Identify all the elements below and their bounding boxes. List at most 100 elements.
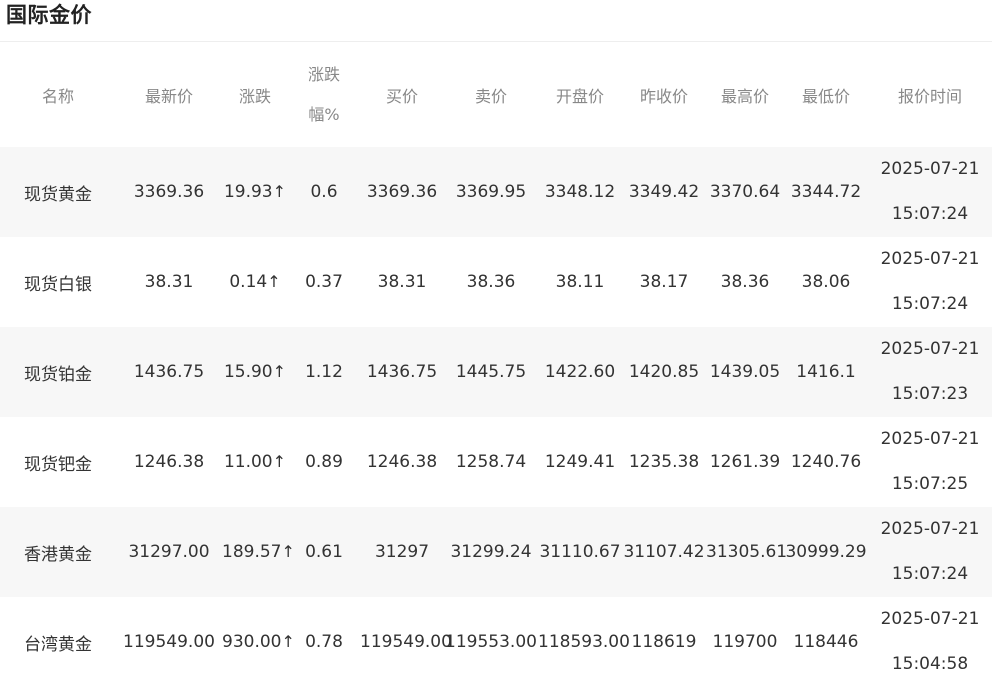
arrow-up-icon: ↑	[281, 542, 295, 561]
arrow-up-icon: ↑	[267, 272, 281, 291]
price-change: 15.90↑	[222, 327, 288, 417]
ask-price: 31299.24	[444, 507, 538, 597]
low-price: 3344.72	[784, 147, 868, 237]
bid-price: 3369.36	[360, 147, 444, 237]
quote-date: 2025-07-21	[880, 609, 980, 629]
quote-date: 2025-07-21	[880, 159, 980, 179]
quote-date: 2025-07-21	[880, 429, 980, 449]
header-change-pct-line1: 涨跌	[307, 64, 340, 84]
quote-date: 2025-07-21	[880, 519, 980, 539]
prev-close-price: 118619	[631, 632, 697, 652]
quote-clock: 15:07:23	[891, 384, 969, 404]
open-price: 118593.00	[538, 632, 630, 652]
header-open: 开盘价	[555, 86, 604, 106]
latest-price: 1436.75	[116, 327, 222, 417]
price-change-value: 15.90	[223, 362, 273, 382]
high-price: 1261.39	[709, 452, 781, 472]
quote-time: 2025-07-21 15:07:24	[868, 147, 992, 237]
header-prev-close: 昨收价	[639, 86, 688, 106]
price-change-value: 11.00	[223, 452, 273, 472]
arrow-up-icon: ↑	[272, 452, 287, 471]
change-percent: 0.78	[305, 632, 343, 652]
price-change: 11.00↑	[222, 417, 288, 507]
header-ask: 卖价	[474, 86, 507, 106]
quote-time: 2025-07-21 15:07:24	[868, 237, 992, 327]
commodity-name[interactable]: 香港黄金	[0, 507, 116, 597]
commodity-name[interactable]: 现货钯金	[0, 417, 116, 507]
price-change-value: 0.14	[229, 272, 268, 292]
price-change-value: 19.93	[223, 182, 273, 202]
high-price: 3370.64	[706, 147, 784, 237]
quote-time: 2025-07-21 15:07:25	[868, 417, 992, 507]
ask-price: 1258.74	[455, 452, 527, 472]
table-row: 现货铂金 1436.75 15.90↑ 1.12 1436.75 1445.75…	[0, 327, 992, 417]
bid-price: 119549.00	[360, 632, 452, 652]
commodity-name[interactable]: 台湾黄金	[0, 597, 116, 675]
header-row: 名称 最新价 涨跌 涨跌 幅% 买价 卖价 开盘价 昨收价 最高价 最低价 报价…	[0, 42, 992, 147]
price-change-value: 189.57	[222, 542, 282, 562]
quote-clock: 15:07:25	[891, 474, 969, 494]
quote-time: 2025-07-21 15:07:24	[868, 507, 992, 597]
quote-time: 2025-07-21 15:04:58	[868, 597, 992, 675]
header-low: 最低价	[801, 86, 850, 106]
bid-price: 38.31	[377, 272, 427, 292]
quote-clock: 15:07:24	[891, 294, 969, 314]
bid-price: 1436.75	[360, 327, 444, 417]
price-change: 0.14↑	[222, 237, 288, 327]
ask-price: 119553.00	[445, 632, 537, 652]
arrow-up-icon: ↑	[281, 632, 295, 651]
header-change-pct: 涨跌 幅%	[288, 42, 360, 147]
change-percent: 0.89	[305, 452, 343, 472]
low-price: 30999.29	[784, 507, 868, 597]
table-row: 现货黄金 3369.36 19.93↑ 0.6 3369.36 3369.95 …	[0, 147, 992, 237]
open-price: 1249.41	[544, 452, 616, 472]
quote-time: 2025-07-21 15:07:23	[868, 327, 992, 417]
quote-date: 2025-07-21	[880, 339, 980, 359]
commodity-name[interactable]: 现货黄金	[0, 147, 116, 237]
quote-clock: 15:07:24	[891, 564, 969, 584]
low-price: 1416.1	[784, 327, 868, 417]
low-price: 118446	[793, 632, 859, 652]
price-table: 名称 最新价 涨跌 涨跌 幅% 买价 卖价 开盘价 昨收价 最高价 最低价 报价…	[0, 42, 992, 675]
high-price: 38.36	[720, 272, 770, 292]
table-header: 名称 最新价 涨跌 涨跌 幅% 买价 卖价 开盘价 昨收价 最高价 最低价 报价…	[0, 42, 992, 147]
table-row: 台湾黄金 119549.00 930.00↑ 0.78 119549.00 11…	[0, 597, 992, 675]
latest-price: 119549.00	[123, 632, 215, 652]
commodity-name[interactable]: 现货白银	[0, 237, 116, 327]
change-percent: 0.37	[305, 272, 343, 292]
price-change: 930.00↑	[222, 597, 295, 675]
header-latest: 最新价	[144, 86, 193, 106]
prev-close-price: 31107.42	[622, 507, 706, 597]
ask-price: 38.36	[466, 272, 516, 292]
bid-price: 1246.38	[366, 452, 438, 472]
change-percent: 1.12	[288, 327, 360, 417]
price-change: 189.57↑	[222, 507, 295, 597]
header-change: 涨跌	[238, 86, 271, 106]
open-price: 38.11	[555, 272, 605, 292]
ask-price: 3369.95	[444, 147, 538, 237]
latest-price: 31297.00	[116, 507, 222, 597]
commodity-name[interactable]: 现货铂金	[0, 327, 116, 417]
latest-price: 1246.38	[133, 452, 205, 472]
header-name: 名称	[41, 86, 74, 106]
open-price: 3348.12	[538, 147, 622, 237]
latest-price: 38.31	[144, 272, 194, 292]
page-title: 国际金价	[6, 3, 92, 27]
high-price: 119700	[712, 632, 778, 652]
low-price: 38.06	[801, 272, 851, 292]
high-price: 1439.05	[706, 327, 784, 417]
table-row: 现货钯金 1246.38 11.00↑ 0.89 1246.38 1258.74…	[0, 417, 992, 507]
header-bid: 买价	[385, 86, 418, 106]
quote-date: 2025-07-21	[880, 249, 980, 269]
header-high: 最高价	[720, 86, 769, 106]
bid-price: 31297	[360, 507, 444, 597]
high-price: 31305.61	[706, 507, 787, 597]
prev-close-price: 1235.38	[628, 452, 700, 472]
arrow-up-icon: ↑	[272, 182, 287, 201]
prev-close-price: 3349.42	[622, 147, 706, 237]
prev-close-price: 38.17	[639, 272, 689, 292]
price-change-value: 930.00	[222, 632, 282, 652]
change-percent: 0.6	[288, 147, 360, 237]
price-change: 19.93↑	[222, 147, 288, 237]
quote-clock: 15:04:58	[891, 654, 969, 674]
